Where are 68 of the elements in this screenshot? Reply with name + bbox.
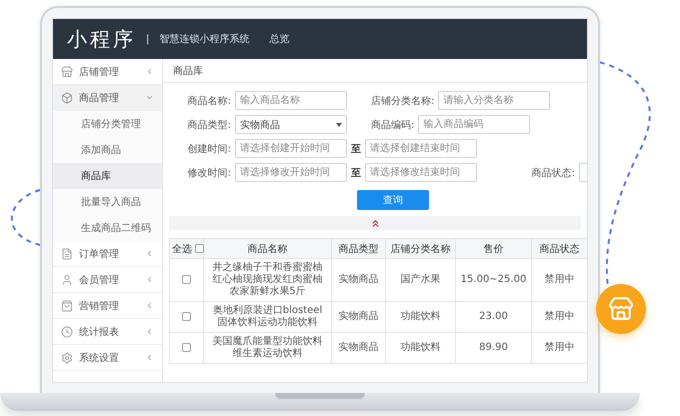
column-header: 商品名称 bbox=[204, 238, 332, 258]
header-divider: | bbox=[146, 34, 150, 44]
range-separator: 至 bbox=[351, 142, 361, 156]
breadcrumb: 商品库 bbox=[163, 59, 587, 83]
checkbox[interactable] bbox=[182, 274, 191, 284]
checkbox[interactable] bbox=[195, 244, 204, 254]
input-field[interactable]: 请输入分类名称 bbox=[438, 91, 550, 110]
table-cell: 89.90 bbox=[456, 332, 532, 364]
column-header: 商品状态 bbox=[532, 238, 587, 258]
field-label: 商品名称: bbox=[186, 94, 231, 108]
table-cell: 功能饮料 bbox=[386, 302, 456, 332]
column-header: 店铺分类名称 bbox=[386, 238, 456, 258]
table-cell: 23.00 bbox=[456, 302, 532, 332]
column-header: 全选 bbox=[170, 238, 204, 258]
sidebar-subitem[interactable]: 添加商品 bbox=[53, 137, 162, 163]
input-field[interactable] bbox=[579, 163, 587, 182]
table-cell: 美国魔爪能量型功能饮料维生素运动饮料 bbox=[204, 332, 332, 364]
caret-icon bbox=[336, 122, 342, 126]
column-header: 售价 bbox=[456, 238, 532, 258]
chevron-icon bbox=[145, 275, 154, 284]
sidebar-item[interactable]: 商品管理 bbox=[53, 85, 162, 111]
table-cell: 实物商品 bbox=[332, 258, 386, 302]
table-cell: 井之缘柚子干和香蜜蜜柚红心柚现摘现发红肉蜜柚农家新鲜水果5斤 bbox=[204, 258, 332, 302]
input-field[interactable]: 请选择创建结束时间 bbox=[365, 139, 477, 158]
sidebar-subitem[interactable]: 店铺分类管理 bbox=[53, 111, 162, 137]
chevron-icon bbox=[145, 301, 154, 310]
checkbox[interactable] bbox=[182, 312, 191, 321]
table-cell: 功能饮料 bbox=[386, 332, 456, 364]
dropdown[interactable]: 实物商品 bbox=[235, 115, 347, 134]
table-cell: 实物商品 bbox=[332, 332, 386, 364]
app-subtitle: 智慧连锁小程序系统 bbox=[159, 32, 250, 46]
input-field[interactable]: 输入商品名称 bbox=[235, 91, 347, 110]
menu-icon bbox=[61, 326, 73, 338]
input-field[interactable]: 输入商品编码 bbox=[418, 115, 530, 134]
sidebar-subitem[interactable]: 批量导入商品 bbox=[53, 189, 162, 215]
input-field[interactable]: 请选择修改开始时间 bbox=[235, 163, 347, 182]
sidebar-subitem[interactable]: 生成商品二维码 bbox=[53, 215, 162, 241]
chevron-icon bbox=[145, 327, 154, 336]
column-header: 商品类型 bbox=[332, 238, 386, 258]
nav-link[interactable]: 总览 bbox=[269, 32, 290, 46]
checkbox[interactable] bbox=[182, 342, 191, 352]
table-cell: 国产水果 bbox=[386, 258, 456, 302]
field-label: 商品编码: bbox=[371, 118, 414, 132]
input-field[interactable]: 请选择修改结束时间 bbox=[365, 163, 477, 182]
range-separator: 至 bbox=[351, 166, 361, 180]
chevron-icon bbox=[145, 249, 154, 258]
menu-icon bbox=[61, 66, 73, 78]
table-cell: 奥地利原装进口blosteel固体饮料运动功能饮料 bbox=[204, 302, 332, 332]
table-cell: 15.00~25.00 bbox=[456, 258, 532, 302]
field-label: 商品状态: bbox=[532, 166, 575, 180]
chevron-icon bbox=[145, 67, 154, 76]
input-field[interactable]: 请选择创建开始时间 bbox=[235, 139, 347, 158]
menu-icon bbox=[61, 274, 73, 286]
sidebar-subitem[interactable]: 商品库 bbox=[53, 163, 162, 189]
chevron-icon bbox=[145, 353, 154, 362]
collapse-icon bbox=[370, 218, 380, 228]
store-icon bbox=[608, 296, 634, 322]
field-label: 商品类型: bbox=[186, 118, 231, 132]
field-label: 创建时间: bbox=[186, 142, 231, 156]
field-label: 店铺分类名称: bbox=[371, 94, 434, 108]
field-label: 修改时间: bbox=[186, 166, 231, 180]
chevron-icon bbox=[145, 93, 154, 102]
menu-icon bbox=[61, 352, 73, 364]
table-cell: 实物商品 bbox=[332, 302, 386, 332]
menu-icon bbox=[61, 248, 73, 260]
menu-icon bbox=[61, 300, 73, 312]
menu-icon bbox=[61, 92, 73, 104]
app-logo: 小程序 bbox=[67, 26, 136, 52]
